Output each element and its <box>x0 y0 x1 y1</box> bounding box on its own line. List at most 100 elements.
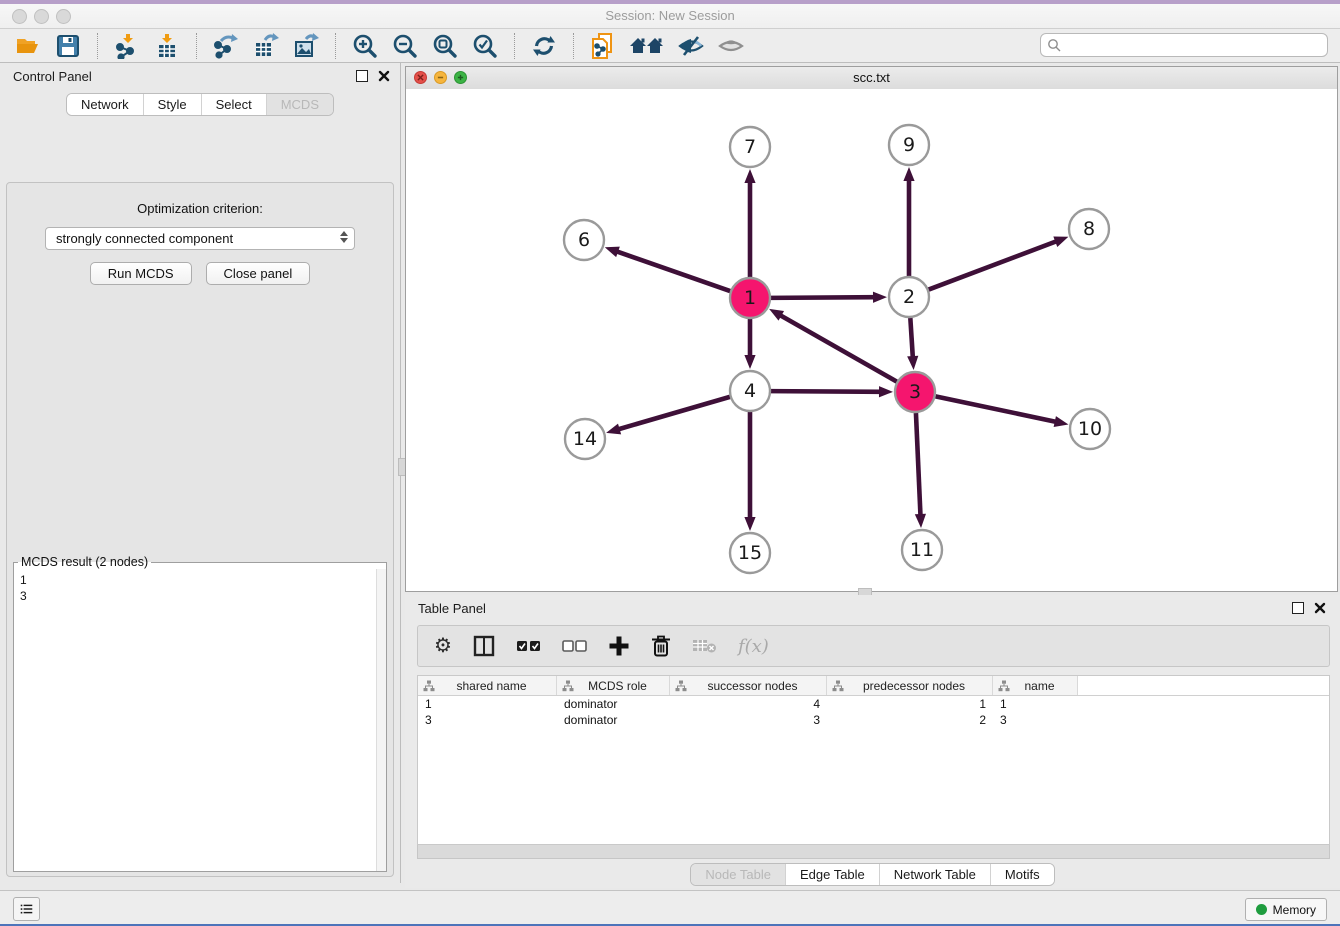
edge-arrowhead <box>1053 236 1068 246</box>
zoom-in-button[interactable] <box>349 32 381 60</box>
deselect-all-rows-button[interactable] <box>562 631 588 661</box>
hide-selected-button[interactable] <box>715 32 747 60</box>
mcds-panel: Optimization criterion: strongly connect… <box>6 182 394 877</box>
import-table-button[interactable] <box>151 32 183 60</box>
network-canvas[interactable]: 7968124314101511 <box>406 89 1337 591</box>
export-network-button[interactable] <box>210 32 242 60</box>
task-history-button[interactable] <box>13 897 40 921</box>
edge-arrowhead <box>605 247 620 258</box>
network-close-button[interactable] <box>414 71 427 84</box>
table-row[interactable]: 3dominator323 <box>418 712 1329 728</box>
search-input[interactable] <box>1065 37 1327 53</box>
graph-node-label: 14 <box>573 428 597 450</box>
edge-1-2[interactable] <box>771 297 875 298</box>
hierarchy-icon <box>998 680 1010 692</box>
delete-column-button[interactable] <box>650 631 672 661</box>
export-table-icon <box>253 33 279 59</box>
fx-icon: f(x) <box>738 636 769 657</box>
tab-network[interactable]: Network <box>67 94 143 115</box>
tab-select[interactable]: Select <box>201 94 266 115</box>
tab-mcds[interactable]: MCDS <box>266 94 333 115</box>
graph-node-label: 1 <box>744 287 756 309</box>
column-header-mcds-role[interactable]: MCDS role <box>557 676 670 695</box>
table-panel-maximize-button[interactable] <box>1292 602 1304 614</box>
edge-2-3[interactable] <box>910 318 913 358</box>
checked-boxes-icon <box>516 639 542 653</box>
edge-3-1[interactable] <box>780 315 897 382</box>
zoom-out-button[interactable] <box>389 32 421 60</box>
export-table-button[interactable] <box>250 32 282 60</box>
optimization-criterion-label: Optimization criterion: <box>7 201 393 216</box>
open-file-button[interactable] <box>12 32 44 60</box>
zoom-fit-icon <box>432 33 458 59</box>
mcds-result-text[interactable]: 13 <box>14 569 377 871</box>
table-row[interactable]: 1dominator411 <box>418 696 1329 712</box>
table-cell: dominator <box>557 696 670 712</box>
delete-table-button <box>692 631 718 661</box>
toggle-graphics-details-button[interactable] <box>675 32 707 60</box>
unchecked-boxes-icon <box>562 639 588 653</box>
table-header-row: shared nameMCDS rolesuccessor nodes prede… <box>418 676 1329 696</box>
import-network-button[interactable] <box>111 32 143 60</box>
close-panel-button[interactable]: Close panel <box>206 262 311 285</box>
tab-style[interactable]: Style <box>143 94 201 115</box>
edge-3-11[interactable] <box>916 413 921 516</box>
split-columns-icon <box>472 634 496 658</box>
column-header-label: predecessor nodes <box>844 679 992 693</box>
split-view-button[interactable] <box>472 631 496 661</box>
delete-table-icon <box>692 637 718 655</box>
column-header-name[interactable]: name <box>993 676 1078 695</box>
run-mcds-button[interactable]: Run MCDS <box>90 262 192 285</box>
edge-arrowhead <box>744 169 755 183</box>
control-panel-maximize-button[interactable] <box>356 70 368 82</box>
control-panel-title: Control Panel <box>13 69 92 84</box>
table-panel-title: Table Panel <box>418 601 486 616</box>
apply-layout-button[interactable] <box>528 32 560 60</box>
tab-motifs[interactable]: Motifs <box>990 864 1054 885</box>
tab-edge-table[interactable]: Edge Table <box>785 864 879 885</box>
search-box <box>1040 33 1328 57</box>
edge-arrowhead <box>769 309 784 321</box>
network-maximize-button[interactable] <box>454 71 467 84</box>
table-cell: 2 <box>827 712 993 728</box>
graph-node-label: 8 <box>1083 218 1095 240</box>
zoom-fit-button[interactable] <box>429 32 461 60</box>
edge-1-6[interactable] <box>616 251 730 291</box>
table-panel-close-icon[interactable] <box>1314 602 1326 614</box>
edge-3-10[interactable] <box>936 396 1057 422</box>
import-network-icon <box>114 33 140 59</box>
mcds-result-scrollbar[interactable] <box>376 569 386 871</box>
select-all-rows-button[interactable] <box>516 631 542 661</box>
memory-label: Memory <box>1273 903 1316 917</box>
show-all-networks-button[interactable] <box>627 32 667 60</box>
network-window-title: scc.txt <box>406 67 1337 88</box>
export-image-button[interactable] <box>290 32 322 60</box>
tab-node-table[interactable]: Node Table <box>691 864 785 885</box>
control-panel: Control Panel NetworkStyleSelectMCDS Opt… <box>0 63 401 883</box>
function-builder-button: f(x) <box>738 631 769 661</box>
save-session-button[interactable] <box>52 32 84 60</box>
table-settings-button[interactable]: ⚙ <box>434 631 452 661</box>
close-window-button[interactable] <box>12 9 27 24</box>
search-icon <box>1047 38 1061 52</box>
zoom-in-icon <box>352 33 378 59</box>
edge-2-8[interactable] <box>929 241 1058 290</box>
create-column-button[interactable] <box>608 631 630 661</box>
criterion-dropdown[interactable]: strongly connected component <box>45 227 355 250</box>
network-minimize-button[interactable] <box>434 71 447 84</box>
column-header-shared-name[interactable]: shared name <box>418 676 557 695</box>
column-header-predecessor-nodes[interactable]: predecessor nodes <box>827 676 993 695</box>
minimize-window-button[interactable] <box>34 9 49 24</box>
column-header-successor-nodes[interactable]: successor nodes <box>670 676 827 695</box>
edge-4-14[interactable] <box>618 397 730 430</box>
zoom-window-button[interactable] <box>56 9 71 24</box>
control-panel-close-icon[interactable] <box>378 70 390 82</box>
memory-button[interactable]: Memory <box>1245 898 1327 921</box>
network-graph[interactable]: 7968124314101511 <box>406 89 1337 591</box>
clone-network-button[interactable] <box>587 32 619 60</box>
zoom-selected-button[interactable] <box>469 32 501 60</box>
edge-4-3[interactable] <box>771 391 881 392</box>
tab-network-table[interactable]: Network Table <box>879 864 990 885</box>
memory-status-icon <box>1256 904 1267 915</box>
table-horizontal-scrollbar[interactable] <box>417 845 1330 859</box>
